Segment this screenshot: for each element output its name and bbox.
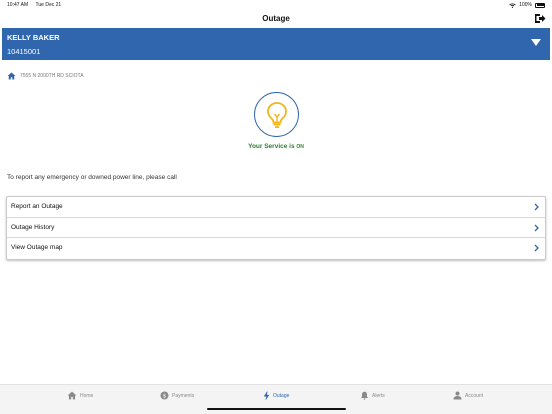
service-status-text: Your Service is ON <box>0 143 552 150</box>
status-bar: 10:47 AM Tue Dec 21 100% <box>0 0 552 10</box>
address-text: 7555 N 2000TH RD SCIOTA <box>20 73 84 79</box>
outage-history-row[interactable]: Outage History <box>7 218 545 238</box>
tab-home[interactable]: Home <box>67 391 93 400</box>
tab-alerts[interactable]: Alerts <box>360 391 385 400</box>
report-outage-row[interactable]: Report an Outage <box>7 197 545 218</box>
status-left: 10:47 AM Tue Dec 21 <box>7 2 61 8</box>
chevron-right-icon <box>534 244 539 252</box>
battery-icon <box>535 2 545 8</box>
chevron-right-icon <box>534 203 539 211</box>
battery-percent: 100% <box>519 2 532 8</box>
home-icon <box>7 72 16 80</box>
tab-account[interactable]: Account <box>453 391 483 400</box>
emergency-instructions: To report any emergency or downed power … <box>7 174 177 181</box>
tab-outage[interactable]: Outage <box>263 391 289 401</box>
service-address: 7555 N 2000TH RD SCIOTA <box>7 72 84 80</box>
tab-payments[interactable]: $ Payments <box>160 391 194 400</box>
bell-icon <box>361 391 368 400</box>
action-label: View Outage map <box>11 244 63 251</box>
outage-action-list: Report an Outage Outage History View Out… <box>6 196 546 260</box>
account-number: 10415001 <box>7 47 41 56</box>
home-indicator[interactable] <box>207 407 346 410</box>
status-right: 100% <box>509 2 545 8</box>
tab-label: Payments <box>172 392 195 399</box>
person-icon <box>453 391 462 400</box>
dollar-icon: $ <box>160 391 169 400</box>
lightbulb-icon <box>266 101 287 128</box>
service-status-prefix: Your Service is <box>248 143 297 150</box>
status-time: 10:47 AM <box>7 2 29 8</box>
tab-label: Home <box>80 392 94 399</box>
tab-bar: Home $ Payments Outage Alerts Account <box>0 384 552 414</box>
svg-text:$: $ <box>163 394 167 400</box>
status-date: Tue Dec 21 <box>35 2 62 8</box>
chevron-down-icon[interactable] <box>531 39 541 46</box>
logout-icon[interactable] <box>534 13 546 24</box>
action-label: Report an Outage <box>11 203 63 210</box>
tab-label: Alerts <box>372 392 385 399</box>
tab-label: Outage <box>273 393 290 399</box>
nav-bar: Outage <box>0 10 552 28</box>
outage-map-row[interactable]: View Outage map <box>7 238 545 259</box>
service-status-indicator <box>254 92 299 137</box>
account-name: KELLY BAKER <box>7 33 60 42</box>
service-status-state: ON <box>296 144 304 150</box>
account-selector[interactable]: KELLY BAKER 10415001 <box>2 28 550 60</box>
wifi-icon <box>509 2 516 8</box>
chevron-right-icon <box>534 224 539 231</box>
lightning-icon <box>263 391 270 401</box>
tab-label: Account <box>465 392 484 399</box>
home-icon <box>67 391 77 400</box>
action-label: Outage History <box>11 223 55 231</box>
page-title: Outage <box>262 14 290 23</box>
